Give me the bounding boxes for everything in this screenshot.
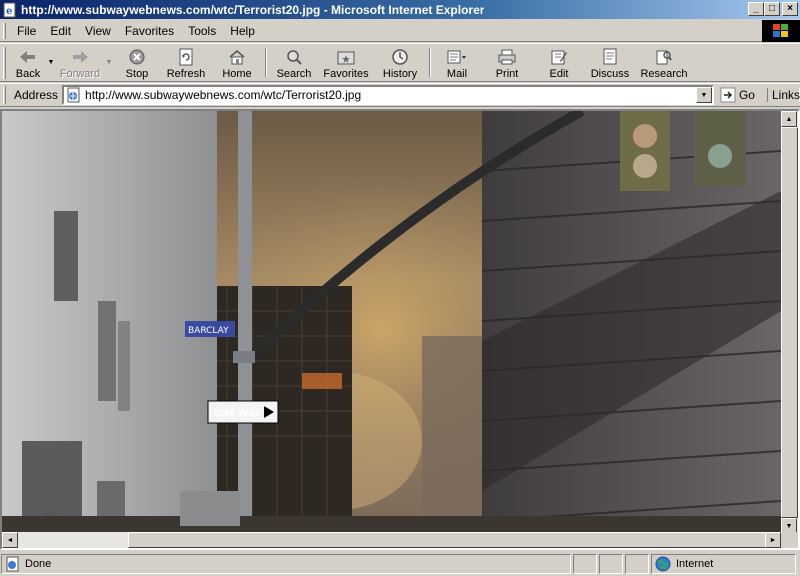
home-icon [227, 47, 247, 67]
address-dropdown-button[interactable]: ▼ [695, 87, 712, 103]
horizontal-scrollbar[interactable]: ◄ ► [2, 532, 781, 548]
research-icon [654, 47, 674, 67]
discuss-icon [600, 47, 620, 67]
back-arrow-icon [18, 47, 38, 67]
refresh-icon [176, 47, 196, 67]
globe-icon [655, 556, 671, 572]
printer-icon [497, 47, 517, 67]
zone-label: Internet [676, 558, 714, 570]
scroll-left-button[interactable]: ◄ [2, 532, 18, 548]
vertical-scroll-thumb[interactable] [781, 127, 798, 518]
forward-dropdown[interactable]: ▼ [104, 44, 114, 81]
close-button[interactable]: × [782, 2, 798, 16]
menu-view[interactable]: View [78, 22, 118, 40]
address-label: Address [14, 88, 59, 102]
address-input[interactable]: http://www.subwaywebnews.com/wtc/Terrori… [62, 85, 714, 105]
minimize-button[interactable]: _ [748, 2, 764, 16]
window-title: http://www.subwaywebnews.com/wtc/Terrori… [21, 2, 485, 17]
address-url[interactable]: http://www.subwaywebnews.com/wtc/Terrori… [85, 88, 361, 102]
toolbar-grip[interactable] [3, 22, 6, 39]
svg-text:e: e [6, 6, 12, 17]
favorites-button[interactable]: Favorites [318, 44, 374, 81]
wtc-street-photo: BARCLAY ONE WAY [2, 111, 781, 534]
go-label: Go [738, 88, 755, 102]
back-dropdown[interactable]: ▼ [46, 44, 56, 81]
svg-text:ONE WAY: ONE WAY [214, 409, 261, 419]
menu-bar: File Edit View Favorites Tools Help [0, 20, 800, 42]
horizontal-scroll-thumb[interactable] [128, 532, 773, 548]
edit-page-icon [549, 47, 569, 67]
history-button[interactable]: History [374, 44, 426, 81]
security-zone[interactable]: Internet [651, 554, 796, 574]
edit-button[interactable]: Edit [534, 44, 584, 81]
go-arrow-icon [720, 87, 736, 103]
status-pane [573, 554, 597, 574]
windows-flag-icon [773, 24, 788, 37]
windows-logo [762, 20, 800, 42]
toolbar-grip[interactable] [3, 86, 6, 104]
title-bar[interactable]: e http://www.subwaywebnews.com/wtc/Terro… [0, 0, 800, 19]
status-pane [625, 554, 649, 574]
toolbar-separator [265, 48, 267, 77]
vertical-scrollbar[interactable]: ▲ ▼ [781, 111, 798, 534]
links-toolbar[interactable]: Links [766, 88, 800, 102]
address-bar: Address http://www.subwaywebnews.com/wtc… [0, 83, 800, 107]
scroll-up-button[interactable]: ▲ [781, 111, 797, 127]
status-bar: Done Internet [0, 552, 800, 576]
scroll-right-button[interactable]: ► [765, 532, 781, 548]
go-button[interactable]: Go [720, 87, 755, 103]
home-button[interactable]: Home [212, 44, 262, 81]
stop-button[interactable]: Stop [114, 44, 160, 81]
scrollbar-corner [781, 532, 798, 548]
search-button[interactable]: Search [270, 44, 318, 81]
research-button[interactable]: Research [636, 44, 692, 81]
menu-edit[interactable]: Edit [43, 22, 78, 40]
svg-text:BARCLAY: BARCLAY [188, 326, 229, 336]
toolbar-grip[interactable] [3, 47, 6, 79]
history-clock-icon [390, 47, 410, 67]
menu-favorites[interactable]: Favorites [118, 22, 181, 40]
favorites-folder-icon [336, 47, 356, 67]
maximize-button[interactable]: □ [764, 2, 780, 16]
status-text: Done [25, 558, 52, 570]
stop-icon [127, 47, 147, 67]
back-button[interactable]: Back [10, 44, 46, 81]
status-message: Done [1, 554, 571, 574]
search-icon [284, 47, 304, 67]
print-button[interactable]: Print [480, 44, 534, 81]
mail-button[interactable]: Mail [434, 44, 480, 81]
standard-toolbar: Back ▼ Forward ▼ Stop Refresh Home Searc… [0, 43, 800, 82]
mail-icon [447, 47, 467, 67]
ie-page-icon [67, 87, 80, 103]
discuss-button[interactable]: Discuss [584, 44, 636, 81]
menu-help[interactable]: Help [223, 22, 262, 40]
status-pane [599, 554, 623, 574]
ie-page-icon: e [3, 2, 16, 17]
toolbar-separator [429, 48, 431, 77]
menu-file[interactable]: File [10, 22, 43, 40]
refresh-button[interactable]: Refresh [160, 44, 212, 81]
menu-tools[interactable]: Tools [181, 22, 223, 40]
page-content: BARCLAY ONE WAY ▲ ▼ ◄ ► [0, 109, 800, 550]
forward-arrow-icon [70, 47, 90, 67]
forward-button[interactable]: Forward [56, 44, 104, 81]
ie-page-icon [6, 556, 19, 572]
